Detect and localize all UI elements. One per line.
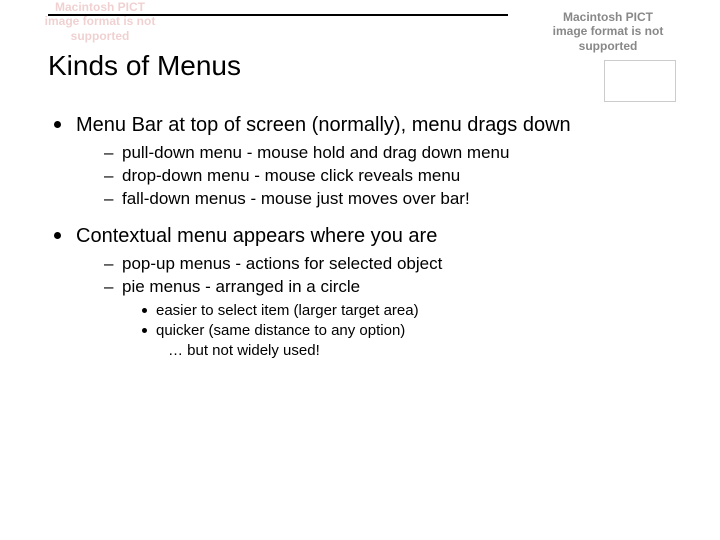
bullet-item: Contextual menu appears where you are po…	[48, 223, 672, 362]
sub-item: pie menus - arranged in a circle easier …	[104, 276, 672, 362]
sub-list: pull-down menu - mouse hold and drag dow…	[104, 142, 672, 211]
subsub-item: … but not widely used!	[140, 341, 672, 361]
bullet-list: Menu Bar at top of screen (normally), me…	[48, 112, 672, 361]
sub-item: fall-down menus - mouse just moves over …	[104, 188, 672, 211]
slide-content: Kinds of Menus Menu Bar at top of screen…	[48, 50, 672, 373]
sub-item-text: pie menus - arranged in a circle	[122, 277, 360, 296]
bullet-text: Contextual menu appears where you are	[76, 225, 437, 247]
sub-item: pop-up menus - actions for selected obje…	[104, 253, 672, 276]
sub-list: pop-up menus - actions for selected obje…	[104, 253, 672, 362]
subsub-item: easier to select item (larger target are…	[140, 301, 672, 321]
pict-error-2: Macintosh PICT image format is not suppo…	[548, 10, 668, 53]
pict-error-1: Macintosh PICT image format is not suppo…	[40, 0, 160, 43]
subsub-item: quicker (same distance to any option)	[140, 321, 672, 341]
bullet-item: Menu Bar at top of screen (normally), me…	[48, 112, 672, 211]
slide-title: Kinds of Menus	[48, 50, 672, 82]
sub-item: pull-down menu - mouse hold and drag dow…	[104, 142, 672, 165]
bullet-text: Menu Bar at top of screen (normally), me…	[76, 114, 571, 136]
sub-item: drop-down menu - mouse click reveals men…	[104, 165, 672, 188]
subsub-list: easier to select item (larger target are…	[140, 301, 672, 362]
